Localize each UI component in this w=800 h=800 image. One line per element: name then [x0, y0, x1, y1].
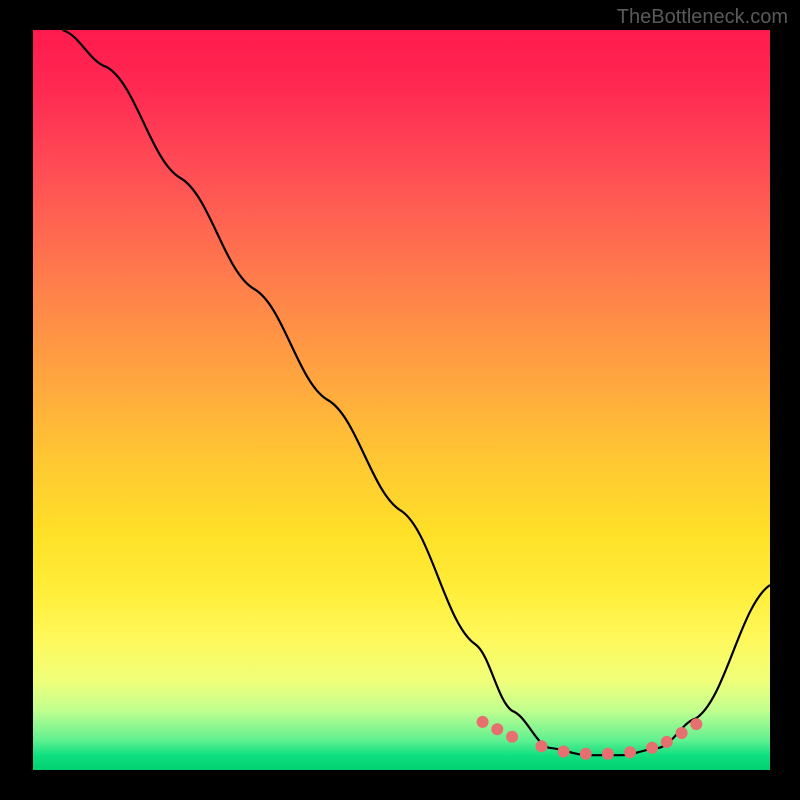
plot-area — [33, 30, 770, 770]
marker-group — [477, 716, 703, 760]
main-curve-line — [63, 30, 771, 755]
marker-dot — [602, 748, 614, 760]
marker-dot — [580, 748, 592, 760]
chart-svg — [33, 30, 770, 770]
marker-dot — [477, 716, 489, 728]
marker-dot — [676, 727, 688, 739]
marker-dot — [491, 723, 503, 735]
marker-dot — [506, 731, 518, 743]
marker-dot — [690, 718, 702, 730]
marker-dot — [624, 746, 636, 758]
marker-dot — [558, 746, 570, 758]
marker-dot — [536, 740, 548, 752]
attribution-text: TheBottleneck.com — [617, 6, 788, 29]
marker-dot — [661, 736, 673, 748]
marker-dot — [646, 742, 658, 754]
